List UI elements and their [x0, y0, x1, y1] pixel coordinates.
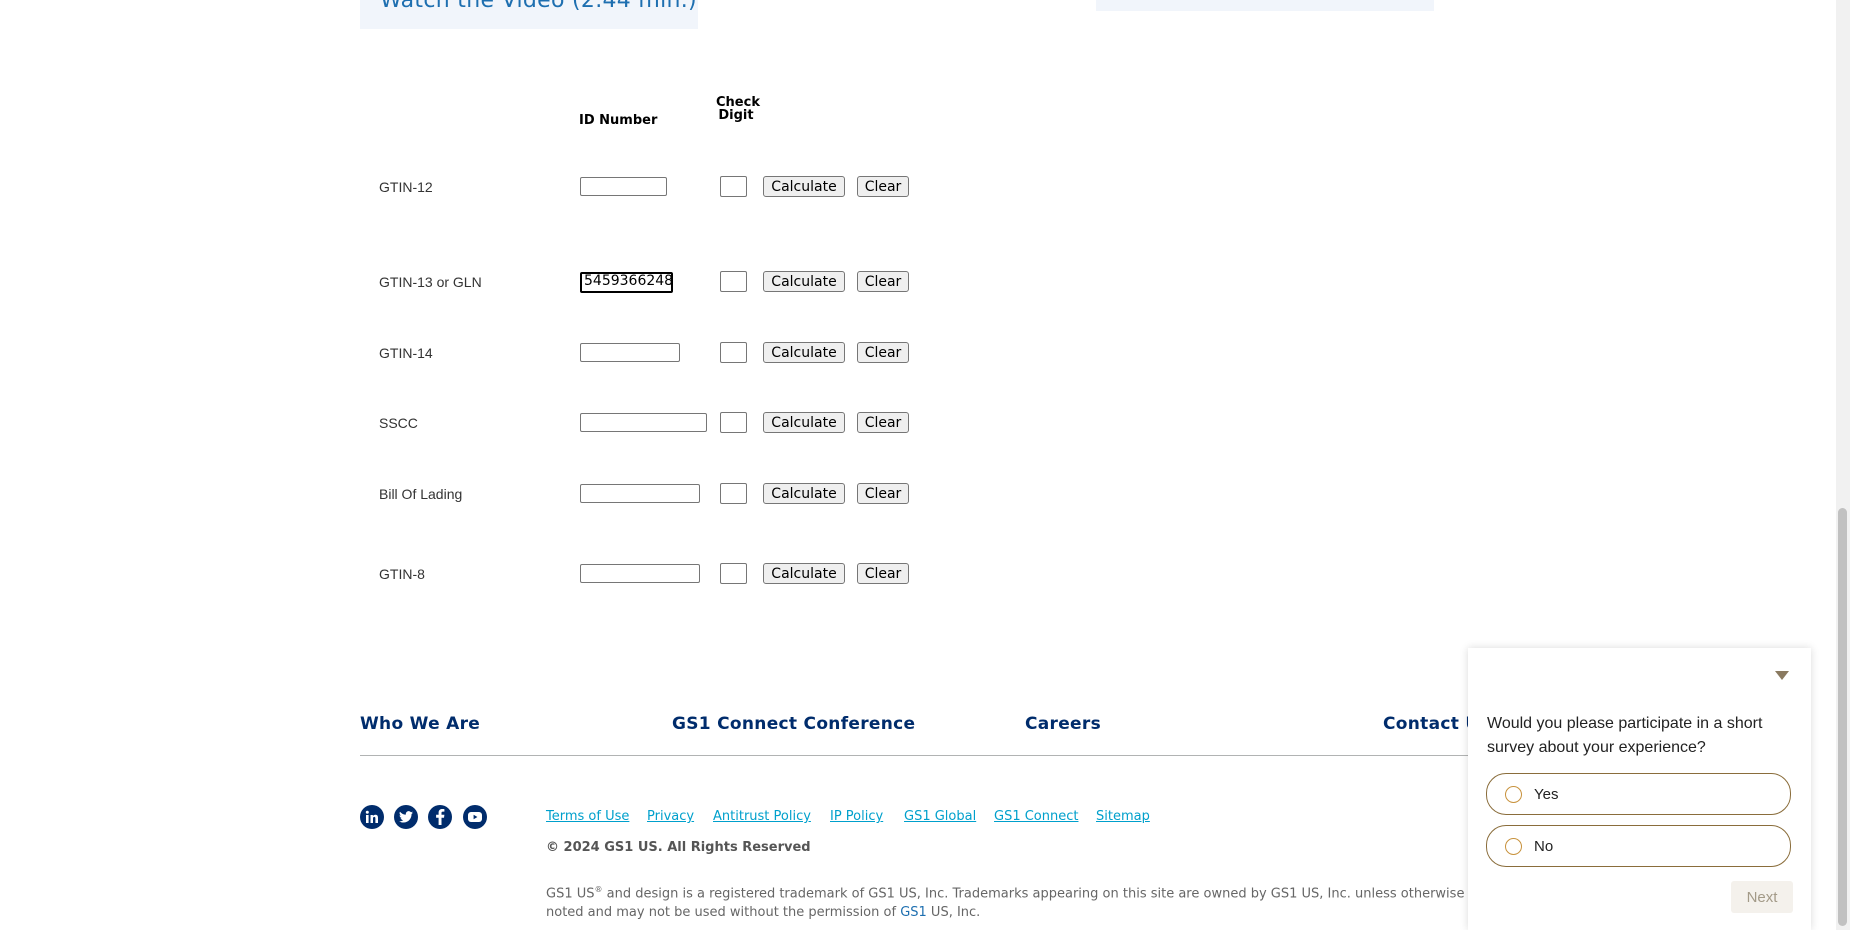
gs1-connect-link[interactable]: GS1 Connect	[994, 809, 1078, 824]
video-link-block[interactable]: Watch the Video (2.44 min.)	[360, 0, 698, 29]
gtin-8-clear-button[interactable]: Clear	[857, 563, 909, 584]
gtin-14-clear-button[interactable]: Clear	[857, 342, 909, 363]
gtin-14-calculate-button[interactable]: Calculate	[763, 342, 845, 363]
gtin-12-check-digit-input[interactable]	[720, 176, 747, 197]
gtin-13-calculate-button[interactable]: Calculate	[763, 271, 845, 292]
privacy-link[interactable]: Privacy	[647, 809, 694, 824]
gtin-12-calculate-button[interactable]: Calculate	[763, 176, 845, 197]
scrollbar-thumb[interactable]	[1838, 508, 1847, 926]
video-link-text[interactable]: Watch the Video (2.44 min.)	[380, 0, 697, 13]
gtin-14-label: GTIN-14	[379, 345, 433, 361]
check-digit-header: Check Digit	[716, 95, 760, 123]
survey-question: Would you please participate in a short …	[1487, 715, 1763, 756]
footer-nav-careers[interactable]: Careers	[1025, 714, 1101, 734]
gtin-12-label: GTIN-12	[379, 179, 433, 195]
youtube-icon[interactable]	[463, 805, 487, 829]
sscc-id-input[interactable]	[580, 413, 707, 432]
antitrust-policy-link[interactable]: Antitrust Policy	[713, 809, 811, 824]
gtin-13-label: GTIN-13 or GLN	[379, 274, 482, 290]
gtin-14-id-input[interactable]	[580, 343, 680, 362]
scrollbar[interactable]	[1836, 0, 1850, 930]
sitemap-link[interactable]: Sitemap	[1096, 809, 1150, 824]
gtin-14-check-digit-input[interactable]	[720, 342, 747, 363]
bill-of-lading-label: Bill Of Lading	[379, 486, 463, 502]
linkedin-icon[interactable]	[360, 805, 384, 829]
footer-nav-gs1-connect-conference[interactable]: GS1 Connect Conference	[672, 714, 915, 734]
bill-of-lading-id-input[interactable]	[580, 484, 700, 503]
gtin-8-id-input[interactable]	[580, 564, 700, 583]
gtin-8-check-digit-input[interactable]	[720, 563, 747, 584]
twitter-icon[interactable]	[394, 805, 418, 829]
survey-next-button[interactable]: Next	[1731, 881, 1793, 913]
gtin-12-clear-button[interactable]: Clear	[857, 176, 909, 197]
trademark-notice: GS1 US® and design is a registered trade…	[546, 885, 1465, 921]
collapse-icon[interactable]	[1775, 671, 1789, 680]
radio-icon	[1505, 785, 1522, 803]
sidebar-panel	[1096, 0, 1434, 11]
gs1-global-link[interactable]: GS1 Global	[904, 809, 976, 824]
facebook-icon[interactable]	[428, 805, 452, 829]
footer-divider	[360, 755, 1470, 756]
page: Watch the Video (2.44 min.) ID Number Ch…	[0, 0, 1850, 930]
survey-option-yes[interactable]: Yes	[1486, 773, 1791, 815]
gs1-trademark-link[interactable]: GS1	[900, 905, 927, 920]
sscc-check-digit-input[interactable]	[720, 412, 747, 433]
radio-icon	[1505, 837, 1522, 855]
bill-of-lading-check-digit-input[interactable]	[720, 483, 747, 504]
survey-popup: Would you please participate in a short …	[1468, 648, 1811, 930]
sscc-clear-button[interactable]: Clear	[857, 412, 909, 433]
gtin-8-label: GTIN-8	[379, 566, 425, 582]
bill-of-lading-calculate-button[interactable]: Calculate	[763, 483, 845, 504]
terms-of-use-link[interactable]: Terms of Use	[546, 809, 629, 824]
bill-of-lading-clear-button[interactable]: Clear	[857, 483, 909, 504]
gtin-12-id-input[interactable]	[580, 177, 667, 196]
gtin-13-id-input[interactable]: 5459366248	[580, 272, 673, 293]
registered-mark: ®	[594, 885, 603, 894]
footer-nav-who-we-are[interactable]: Who We Are	[360, 714, 480, 734]
gtin-13-check-digit-input[interactable]	[720, 271, 747, 292]
copyright: © 2024 GS1 US. All Rights Reserved	[546, 840, 811, 855]
id-number-header: ID Number	[579, 113, 658, 128]
sscc-label: SSCC	[379, 415, 418, 431]
gtin-8-calculate-button[interactable]: Calculate	[763, 563, 845, 584]
ip-policy-link[interactable]: IP Policy	[830, 809, 883, 824]
gtin-13-clear-button[interactable]: Clear	[857, 271, 909, 292]
survey-option-no[interactable]: No	[1486, 825, 1791, 867]
sscc-calculate-button[interactable]: Calculate	[763, 412, 845, 433]
